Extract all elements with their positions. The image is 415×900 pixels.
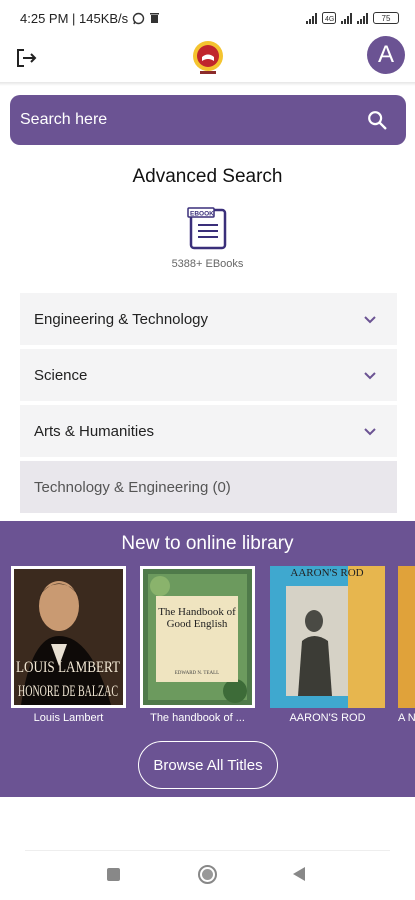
status-left: 4:25 PM | 145KB/s bbox=[20, 11, 160, 26]
volte-icon: 4G bbox=[322, 12, 336, 24]
signal-icon-3 bbox=[357, 12, 368, 24]
recent-apps-icon[interactable] bbox=[107, 868, 120, 881]
book-cover[interactable] bbox=[398, 566, 415, 708]
book-cover-art: LOUIS LAMBERT HONORE DE BALZAC bbox=[11, 566, 126, 708]
search-icon[interactable] bbox=[366, 109, 388, 131]
book-cover[interactable]: The Handbook of Good English EDWARD N. T… bbox=[140, 566, 255, 708]
book-cover[interactable]: LOUIS LAMBERT HONORE DE BALZAC bbox=[11, 566, 126, 708]
book-cover-art bbox=[398, 566, 415, 708]
book-title[interactable]: AARON'S ROD bbox=[270, 712, 385, 724]
search-bar[interactable] bbox=[10, 95, 406, 145]
category-engineering-technology[interactable]: Engineering & Technology bbox=[20, 293, 397, 345]
book-cover-title: LOUIS LAMBERT bbox=[16, 659, 120, 676]
signal-icon-2 bbox=[341, 12, 352, 24]
book-card[interactable]: A N bbox=[398, 566, 415, 724]
chevron-down-icon bbox=[364, 372, 376, 380]
whatsapp-icon bbox=[132, 12, 145, 24]
new-to-library-title: New to online library bbox=[121, 533, 294, 554]
battery-icon: 75 bbox=[373, 12, 399, 24]
browse-all-titles-button[interactable]: Browse All Titles bbox=[138, 741, 278, 789]
ebook-icon[interactable]: EBOOK bbox=[181, 202, 235, 256]
book-title[interactable]: A N bbox=[398, 712, 415, 724]
app-header: A bbox=[0, 36, 415, 82]
book-cover-title: The Handbook of Good English bbox=[158, 606, 236, 630]
svg-text:4G: 4G bbox=[325, 16, 334, 23]
library-logo bbox=[193, 41, 223, 74]
category-science[interactable]: Science bbox=[20, 349, 397, 401]
logout-icon[interactable] bbox=[14, 46, 38, 70]
status-bar: 4:25 PM | 145KB/s 4G 75 bbox=[0, 0, 415, 36]
header-divider bbox=[0, 82, 415, 86]
subcategory-technology-engineering[interactable]: Technology & Engineering (0) bbox=[20, 461, 397, 513]
status-time: 4:25 PM | 145KB/s bbox=[20, 10, 129, 26]
signal-icon bbox=[306, 12, 317, 24]
book-cover-art: AARON'S ROD bbox=[270, 566, 385, 708]
book-cover-author: HONORE DE BALZAC bbox=[18, 683, 118, 700]
book-cover-author: EDWARD N. TEALL bbox=[175, 671, 220, 676]
ebook-count: 5388+ EBooks bbox=[171, 258, 244, 270]
avatar[interactable]: A bbox=[367, 36, 405, 74]
book-card[interactable]: The Handbook of Good English EDWARD N. T… bbox=[140, 566, 255, 724]
new-to-library-section: New to online library LOUIS LAMBERT HONO… bbox=[0, 521, 415, 797]
book-title[interactable]: Louis Lambert bbox=[11, 712, 126, 724]
book-card[interactable]: LOUIS LAMBERT HONORE DE BALZAC Louis Lam… bbox=[11, 566, 126, 724]
status-right: 4G 75 bbox=[306, 12, 399, 24]
chevron-down-icon bbox=[364, 428, 376, 436]
category-label: Science bbox=[34, 366, 88, 384]
trash-icon bbox=[150, 13, 160, 23]
category-arts-humanities[interactable]: Arts & Humanities bbox=[20, 405, 397, 457]
subcategory-label: Technology & Engineering (0) bbox=[34, 478, 231, 496]
book-title[interactable]: The handbook of ... bbox=[140, 712, 255, 724]
book-cover[interactable]: AARON'S ROD bbox=[270, 566, 385, 708]
back-icon[interactable] bbox=[293, 867, 305, 881]
chevron-down-icon bbox=[364, 316, 376, 324]
nav-divider bbox=[25, 850, 390, 851]
book-cover-title: AARON'S ROD bbox=[290, 567, 363, 579]
advanced-search-title[interactable]: Advanced Search bbox=[0, 166, 415, 188]
category-label: Engineering & Technology bbox=[34, 310, 209, 328]
category-label: Arts & Humanities bbox=[34, 422, 155, 440]
ebook-icon-label: EBOOK bbox=[190, 211, 214, 218]
search-input[interactable] bbox=[20, 111, 366, 129]
book-cover-art: The Handbook of Good English EDWARD N. T… bbox=[140, 566, 255, 708]
book-card[interactable]: AARON'S ROD AARON'S ROD bbox=[270, 566, 385, 724]
home-icon[interactable] bbox=[198, 865, 217, 884]
